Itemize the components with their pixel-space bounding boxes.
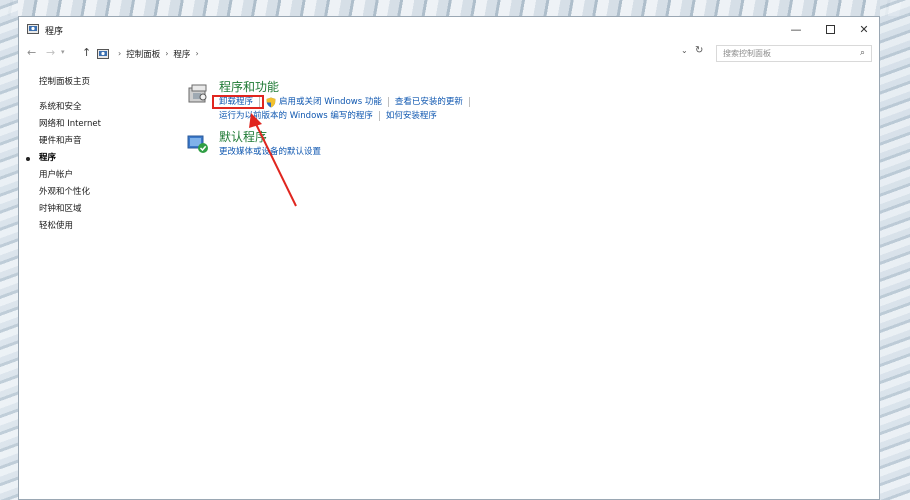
sidebar-item-clock-region[interactable]: 时钟和区域: [39, 201, 159, 218]
maximize-icon: [825, 24, 835, 34]
shield-icon: [266, 97, 276, 107]
back-arrow-icon[interactable]: ←: [27, 46, 36, 59]
maximize-button[interactable]: [813, 17, 847, 41]
title-bar[interactable]: 程序 — ✕: [19, 17, 879, 43]
address-dropdown-chevron-icon[interactable]: ⌄: [681, 46, 688, 55]
chevron-right-icon[interactable]: ›: [118, 49, 121, 58]
desktop-wallpaper-left: [0, 0, 18, 500]
address-bar: ← → ▾ ↑ › 控制面板 › 程序 › ⌄ ↻ ⌕: [19, 43, 881, 65]
sidebar-item-hardware-sound[interactable]: 硬件和声音: [39, 133, 159, 150]
chevron-right-icon[interactable]: ›: [165, 49, 168, 58]
compatibility-link[interactable]: 运行为以前版本的 Windows 编写的程序: [219, 109, 373, 123]
sidebar: 控制面板主页 系统和安全 网络和 Internet 硬件和声音 程序 用户帐户 …: [26, 75, 159, 235]
desktop-wallpaper-top: [0, 0, 910, 16]
breadcrumb[interactable]: › 控制面板 › 程序 ›: [97, 45, 715, 62]
sidebar-item-appearance[interactable]: 外观和个性化: [39, 184, 159, 201]
search-icon[interactable]: ⌕: [860, 48, 865, 58]
forward-arrow-icon[interactable]: →: [46, 46, 55, 59]
control-panel-window: 程序 — ✕ ← → ▾ ↑ › 控制面板 › 程序 › ⌄ ↻ ⌕ 控制面板主…: [18, 16, 880, 500]
section-title[interactable]: 程序和功能: [219, 79, 476, 95]
window-title: 程序: [45, 27, 64, 37]
breadcrumb-item-control-panel[interactable]: 控制面板: [126, 48, 160, 60]
desktop-wallpaper-right: [880, 0, 910, 500]
annotation-highlight-box: [212, 95, 264, 109]
sidebar-item-user-accounts[interactable]: 用户帐户: [39, 167, 159, 184]
search-input[interactable]: [723, 46, 853, 61]
programs-features-icon: [188, 84, 207, 103]
media-device-defaults-link[interactable]: 更改媒体或设备的默认设置: [219, 145, 321, 159]
sidebar-item-label: 程序: [39, 153, 57, 163]
sidebar-item-network-internet[interactable]: 网络和 Internet: [39, 116, 159, 133]
link-row: 运行为以前版本的 Windows 编写的程序 如何安装程序: [219, 109, 476, 123]
search-box[interactable]: ⌕: [716, 45, 872, 62]
sidebar-item-ease-of-access[interactable]: 轻松使用: [39, 218, 159, 235]
up-arrow-icon[interactable]: ↑: [82, 46, 91, 59]
section-title[interactable]: 默认程序: [219, 129, 476, 145]
default-programs-icon: [187, 135, 208, 153]
link-separator: [378, 111, 380, 121]
how-to-install-link[interactable]: 如何安装程序: [386, 109, 437, 123]
refresh-icon[interactable]: ↻: [695, 45, 703, 56]
current-item-bullet-icon: [26, 157, 30, 161]
chevron-right-icon[interactable]: ›: [195, 49, 198, 58]
control-panel-icon: [27, 24, 39, 34]
close-button[interactable]: ✕: [847, 17, 881, 41]
minimize-button[interactable]: —: [779, 17, 813, 41]
windows-features-link[interactable]: 启用或关闭 Windows 功能: [279, 95, 382, 109]
sidebar-item-control-panel-home[interactable]: 控制面板主页: [39, 75, 159, 87]
link-separator: [387, 97, 389, 107]
sidebar-item-programs[interactable]: 程序: [26, 150, 159, 167]
main-content: 程序和功能 卸载程序 启用或关闭 Windows 功能 查看已安装的更新 运行为…: [187, 79, 476, 179]
link-row: 更改媒体或设备的默认设置: [219, 145, 476, 159]
section-default-programs: 默认程序 更改媒体或设备的默认设置: [187, 129, 476, 179]
installed-updates-link[interactable]: 查看已安装的更新: [395, 95, 463, 109]
section-programs-features: 程序和功能 卸载程序 启用或关闭 Windows 功能 查看已安装的更新 运行为…: [187, 79, 476, 129]
link-separator: [468, 97, 470, 107]
control-panel-icon: [97, 48, 109, 59]
breadcrumb-item-programs[interactable]: 程序: [173, 48, 190, 60]
recent-locations-chevron-icon[interactable]: ▾: [61, 48, 65, 56]
sidebar-item-system-security[interactable]: 系统和安全: [39, 99, 159, 116]
